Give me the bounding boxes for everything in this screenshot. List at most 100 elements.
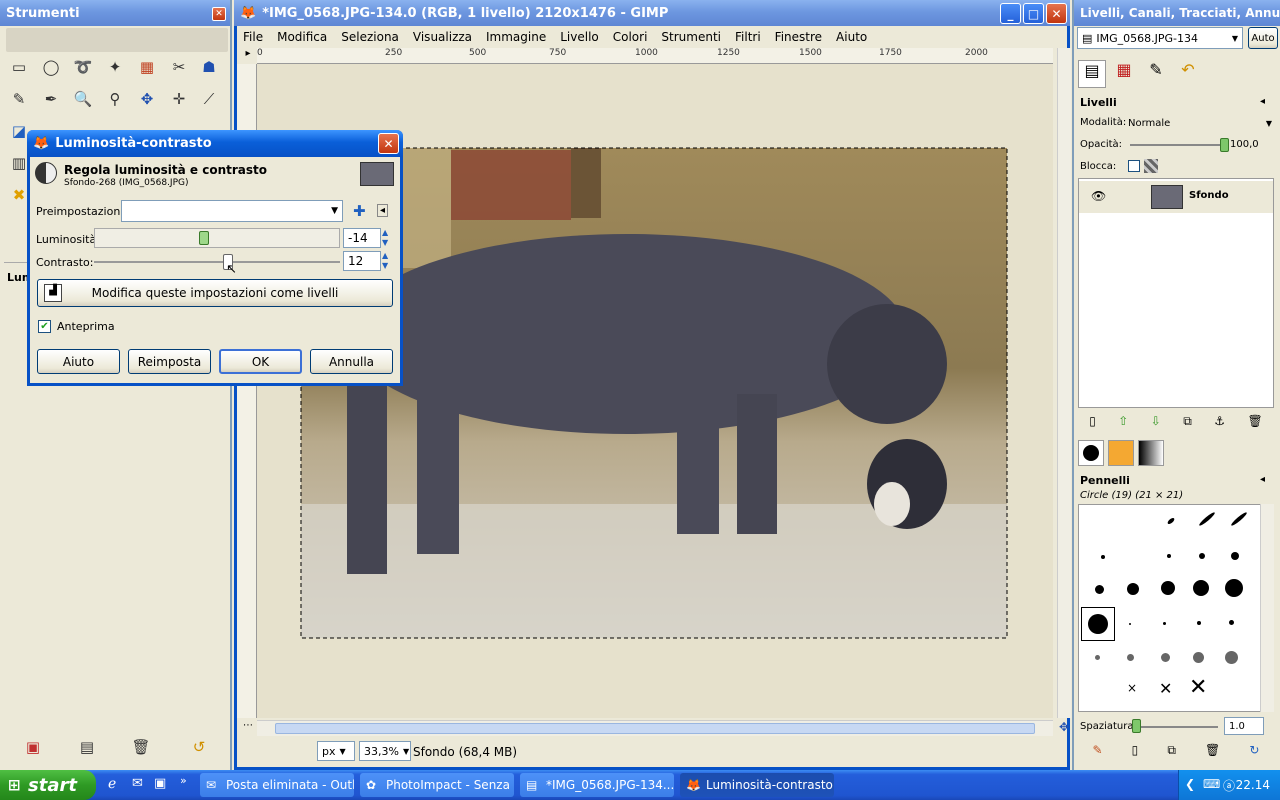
navigate-icon[interactable]: ✥	[1057, 720, 1071, 736]
image-window-titlebar[interactable]: 🦊 *IMG_0568.JPG-134.0 (RGB, 1 livello) 2…	[234, 0, 1070, 26]
reset-options-icon[interactable]: ↺	[186, 734, 212, 760]
reset-button[interactable]: Reimposta	[128, 349, 211, 374]
ok-button[interactable]: OK	[219, 349, 302, 374]
menu-filters[interactable]: Filtri	[735, 30, 761, 44]
tray-expand-icon[interactable]: ❮	[1185, 777, 1195, 791]
rect-select-icon[interactable]: ▭	[6, 54, 32, 80]
add-preset-icon[interactable]: ✚	[353, 202, 366, 220]
tab-paths-icon[interactable]: ✎	[1142, 60, 1170, 88]
layer-name[interactable]: Sfondo	[1189, 190, 1229, 201]
new-brush-icon[interactable]: ▯	[1132, 743, 1139, 757]
menu-image[interactable]: Immagine	[486, 30, 546, 44]
image-select[interactable]: ▤ IMG_0568.JPG-134 ▼	[1077, 27, 1243, 49]
menu-layer[interactable]: Livello	[560, 30, 599, 44]
dock-titlebar[interactable]: Livelli, Canali, Tracciati, Annulla ...	[1074, 0, 1280, 26]
image-menu-icon[interactable]: ⋯	[240, 720, 256, 736]
tab-channels-icon[interactable]: ▦	[1110, 60, 1138, 88]
layer-row[interactable]: 👁 Sfondo	[1079, 181, 1273, 213]
opacity-slider[interactable]	[1130, 144, 1224, 146]
contrast-slider[interactable]	[94, 261, 340, 263]
lower-layer-icon[interactable]: ⇩	[1151, 414, 1161, 428]
horizontal-scrollbar[interactable]	[257, 720, 1053, 736]
help-button[interactable]: Aiuto	[37, 349, 120, 374]
brightness-spinner[interactable]: ▲ ▼	[382, 228, 394, 248]
move-icon[interactable]: ✥	[134, 86, 160, 112]
delete-layer-icon[interactable]: 🗑	[1247, 414, 1262, 428]
ie-icon[interactable]: ℯ	[108, 776, 116, 792]
edit-brush-icon[interactable]: ✎	[1093, 743, 1103, 757]
close-button[interactable]: ✕	[1046, 3, 1067, 24]
panel-menu-icon[interactable]: ◂	[1260, 96, 1265, 107]
network-icon[interactable]: ⌨	[1203, 777, 1220, 791]
brightness-slider[interactable]	[94, 228, 340, 248]
toolbox-close-button[interactable]: ✕	[212, 7, 226, 21]
spacing-slider-thumb[interactable]	[1132, 719, 1141, 733]
mode-select[interactable]: Normale ▼	[1124, 113, 1276, 133]
delete-options-icon[interactable]: 🗑	[128, 734, 154, 760]
opacity-value[interactable]: 100,0	[1230, 139, 1259, 150]
menu-help[interactable]: Aiuto	[836, 30, 867, 44]
refresh-brushes-icon[interactable]: ↻	[1249, 743, 1259, 757]
lasso-icon[interactable]: ➰	[70, 54, 96, 80]
dialog-close-button[interactable]: ✕	[378, 133, 399, 154]
task-gimp-image[interactable]: ▤ *IMG_0568.JPG-134....	[520, 773, 674, 797]
preset-menu-icon[interactable]: ◂	[377, 204, 389, 217]
duplicate-brush-icon[interactable]: ⧉	[1167, 743, 1176, 758]
tab-patterns-icon[interactable]	[1108, 440, 1134, 466]
contrast-input[interactable]: 12	[343, 251, 381, 271]
unit-select[interactable]: px ▼	[317, 741, 355, 761]
tab-gradients-icon[interactable]	[1138, 440, 1164, 466]
toolbox-titlebar[interactable]: Strumenti	[0, 0, 230, 26]
save-options-icon[interactable]: ▣	[20, 734, 46, 760]
panel-menu-icon[interactable]: ◂	[1260, 474, 1265, 485]
outlook-icon[interactable]: ✉	[132, 776, 143, 791]
menu-view[interactable]: Visualizza	[413, 30, 472, 44]
tab-brushes-icon[interactable]	[1078, 440, 1104, 466]
zoom-select[interactable]: 33,3% ▼	[359, 741, 411, 761]
task-outlook[interactable]: ✉ Posta eliminata - Outl...	[200, 773, 354, 797]
tab-layers-icon[interactable]: ▤	[1078, 60, 1106, 88]
paths-icon[interactable]: ✎	[6, 86, 32, 112]
ellipse-select-icon[interactable]: ◯	[38, 54, 64, 80]
edit-as-levels-button[interactable]: ▟ Modifica queste impostazioni come live…	[37, 279, 393, 307]
spacing-input[interactable]: 1.0	[1224, 717, 1264, 735]
lock-alpha-icon[interactable]	[1144, 159, 1158, 173]
task-photoimpact[interactable]: ✿ PhotoImpact - Senza ...	[360, 773, 514, 797]
menu-edit[interactable]: Modifica	[277, 30, 327, 44]
lock-pixels-checkbox[interactable]	[1128, 160, 1140, 172]
brightness-input[interactable]: -14	[343, 228, 381, 248]
minimize-button[interactable]: _	[1000, 3, 1021, 24]
antivirus-icon[interactable]: ⓐ	[1223, 777, 1235, 794]
desktop-icon[interactable]: ▣	[154, 776, 166, 791]
raise-layer-icon[interactable]: ⇧	[1118, 414, 1128, 428]
visibility-eye-icon[interactable]: 👁	[1091, 189, 1106, 203]
anchor-layer-icon[interactable]: ⚓	[1214, 414, 1225, 428]
align-icon[interactable]: ✛	[166, 86, 192, 112]
scissors-icon[interactable]: ✂	[166, 54, 192, 80]
scrollbar-thumb[interactable]	[275, 723, 1035, 734]
restore-options-icon[interactable]: ▤	[74, 734, 100, 760]
menu-windows[interactable]: Finestre	[775, 30, 822, 44]
preview-checkbox[interactable]: ✔	[38, 320, 51, 333]
task-brightness-contrast[interactable]: 🦊 Luminosità-contrasto	[680, 773, 834, 797]
new-layer-icon[interactable]: ▯	[1089, 414, 1096, 428]
quick-mask-icon[interactable]: ▸	[240, 48, 256, 64]
delete-brush-icon[interactable]: 🗑	[1205, 743, 1220, 757]
quicklaunch-more-icon[interactable]: »	[180, 774, 187, 787]
color-picker-icon[interactable]: ✒	[38, 86, 64, 112]
opacity-slider-thumb[interactable]	[1220, 138, 1229, 152]
spacing-slider[interactable]	[1134, 726, 1218, 728]
start-button[interactable]: ⊞ start	[0, 770, 96, 800]
vertical-scrollbar[interactable]	[1057, 48, 1071, 718]
contrast-spinner[interactable]: ▲ ▼	[382, 251, 394, 271]
brushes-grid[interactable]: × ✕ ✕	[1078, 504, 1274, 712]
zoom-icon[interactable]: 🔍	[70, 86, 96, 112]
presets-combo[interactable]: ▼	[121, 200, 343, 222]
menu-file[interactable]: File	[243, 30, 263, 44]
maximize-button[interactable]: □	[1023, 3, 1044, 24]
cancel-button[interactable]: Annulla	[310, 349, 393, 374]
brushes-scrollbar[interactable]	[1260, 504, 1274, 712]
measure-icon[interactable]: ⚲	[102, 86, 128, 112]
color-select-icon[interactable]: ▦	[134, 54, 160, 80]
duplicate-layer-icon[interactable]: ⧉	[1183, 414, 1192, 429]
